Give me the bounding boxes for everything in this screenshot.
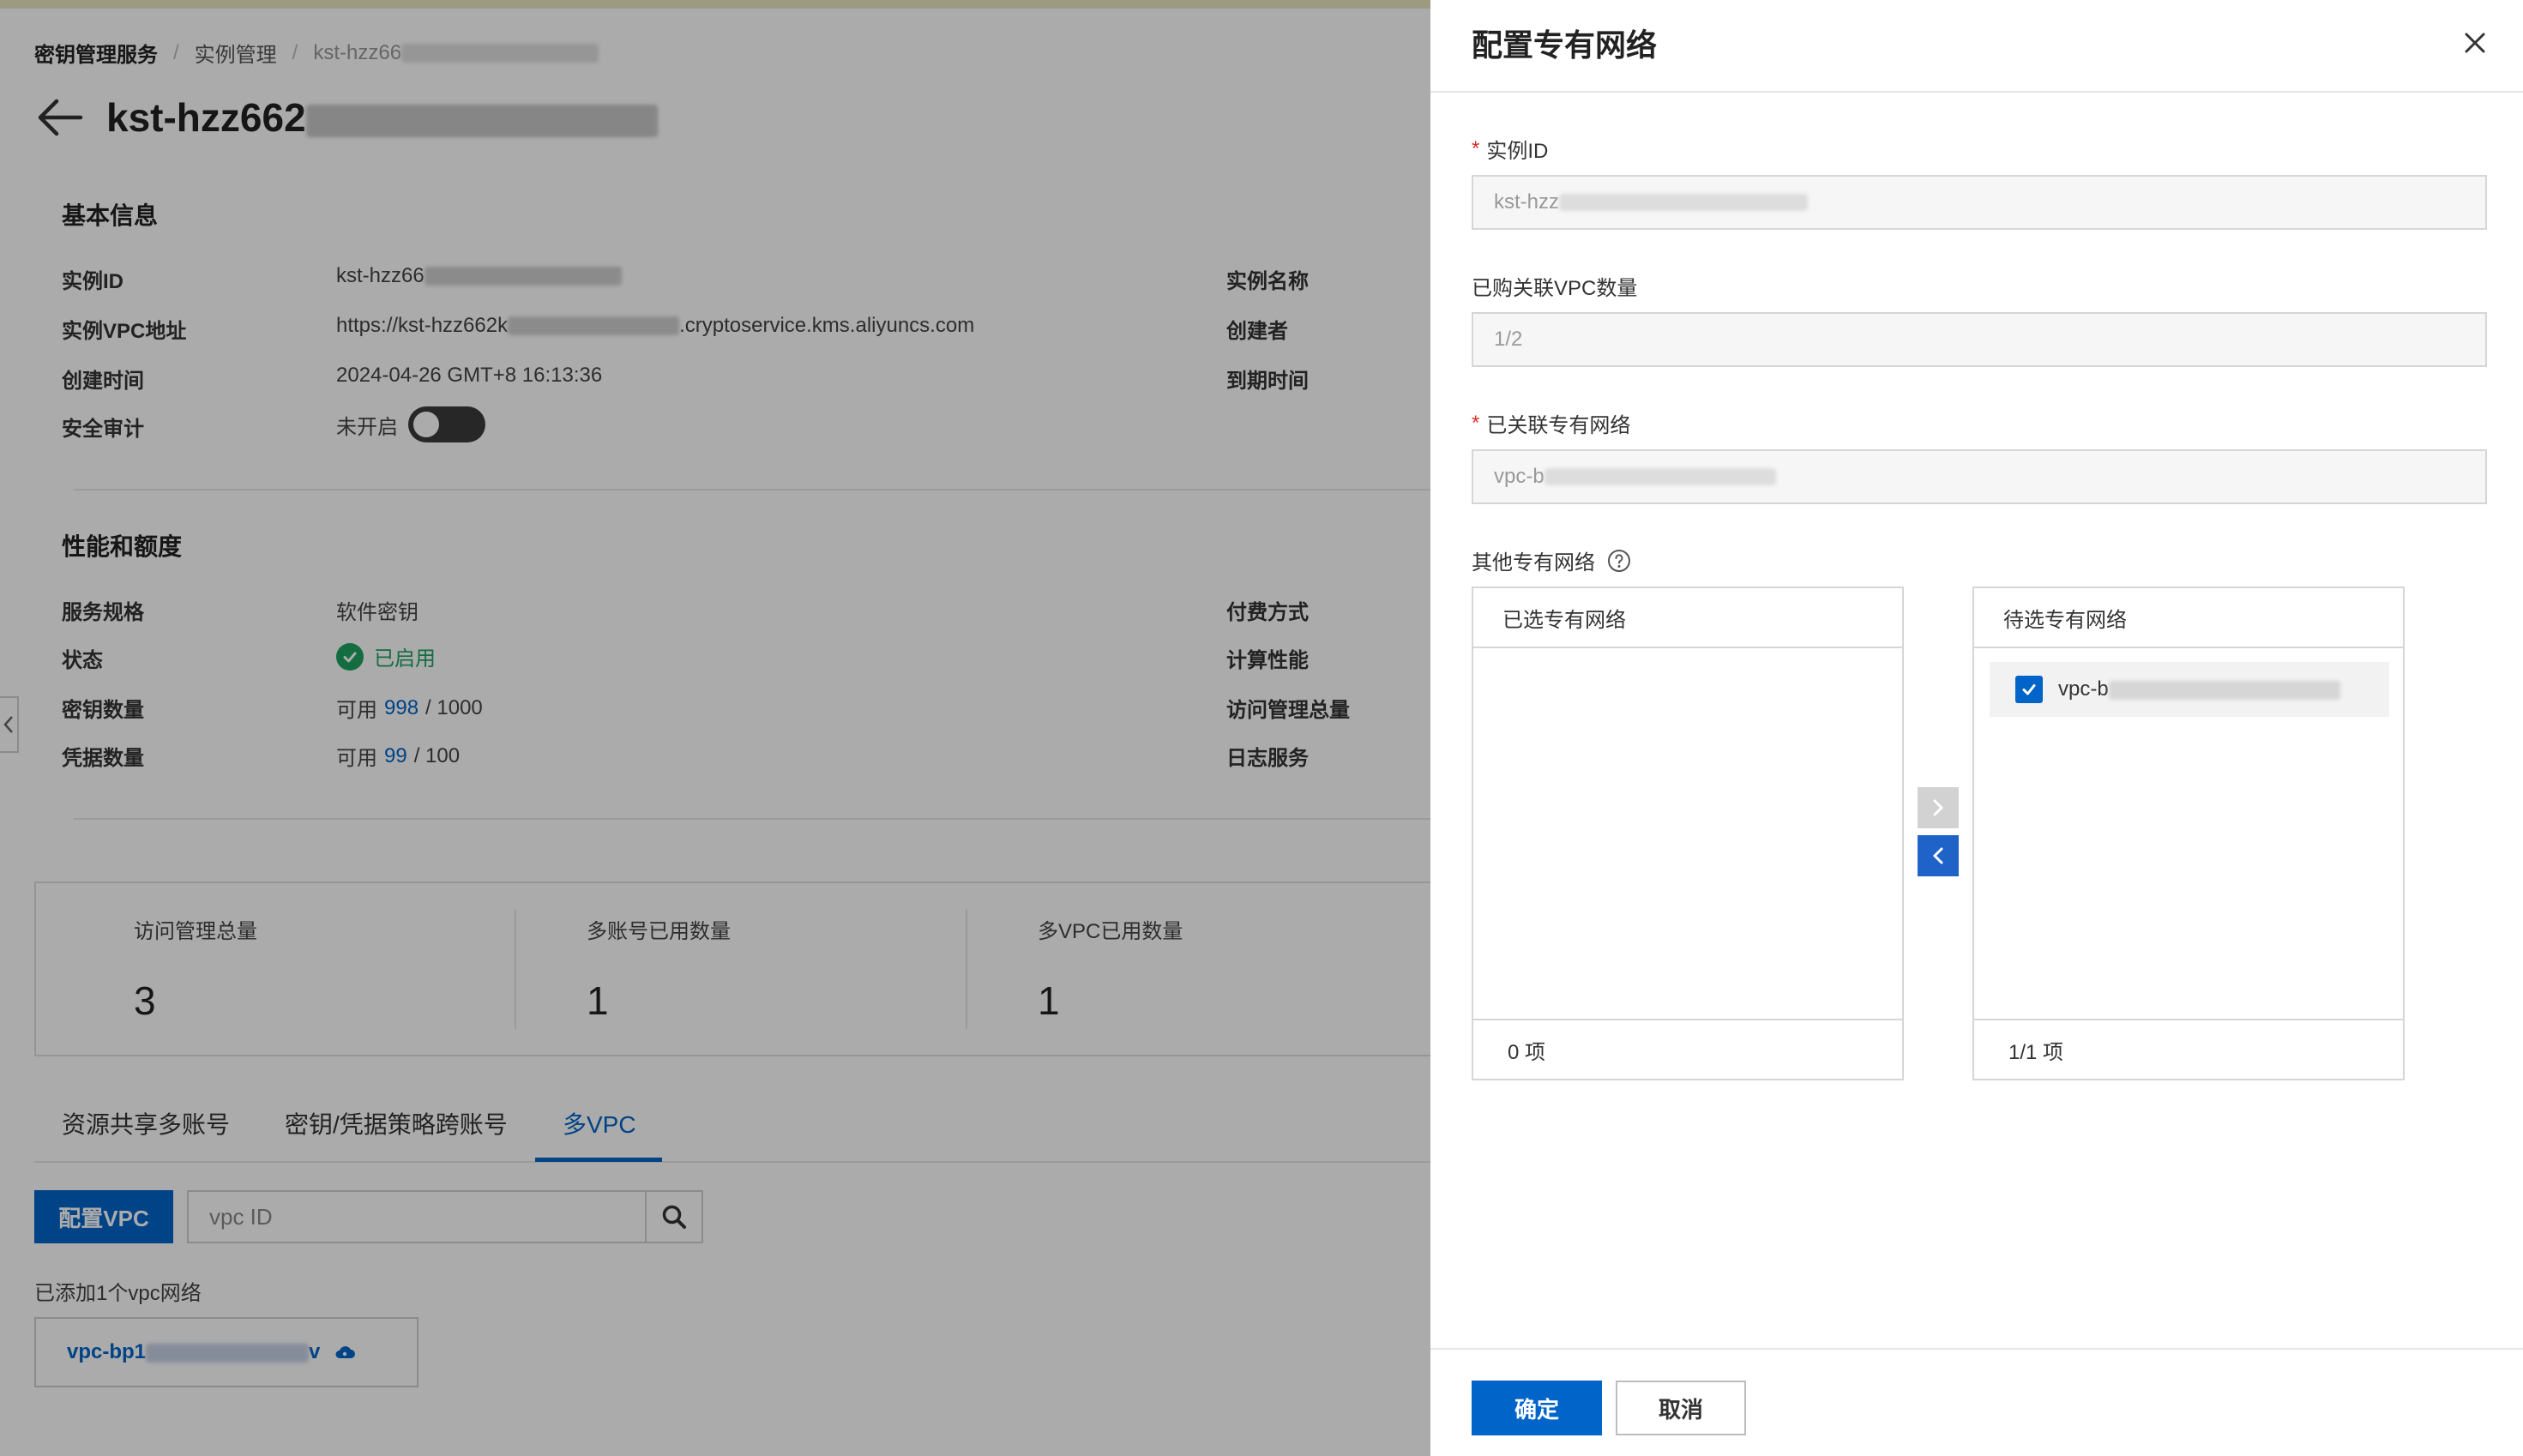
linked-vpc-field: vpc-b bbox=[1472, 449, 2487, 504]
help-icon[interactable] bbox=[1607, 549, 1631, 573]
check-icon bbox=[2022, 684, 2036, 695]
candidate-panel-footer: 1/1 项 bbox=[1974, 1019, 2403, 1079]
other-vpc-field-label: 其他专有网络 bbox=[1472, 545, 1631, 575]
ok-button[interactable]: 确定 bbox=[1472, 1381, 1602, 1435]
selected-vpc-panel: 已选专有网络 0 项 bbox=[1472, 587, 1904, 1080]
drawer-footer: 确定 取消 bbox=[1430, 1348, 2523, 1456]
linked-vpc-field-label: * 已关联专有网络 bbox=[1472, 411, 1631, 438]
required-mark: * bbox=[1472, 411, 1480, 435]
drawer-header: 配置专有网络 bbox=[1430, 0, 2523, 93]
modal-overlay[interactable] bbox=[0, 0, 1430, 1456]
instance-id-field-label: * 实例ID bbox=[1472, 136, 1549, 164]
vpc-count-field-label: 已购关联VPC数量 bbox=[1472, 277, 1638, 300]
candidate-vpc-panel: 待选专有网络 vpc-b 1/1 项 bbox=[1972, 587, 2405, 1080]
selected-panel-footer: 0 项 bbox=[1473, 1019, 1902, 1079]
close-icon bbox=[2465, 33, 2485, 53]
selected-panel-title: 已选专有网络 bbox=[1473, 588, 1902, 648]
candidate-vpc-item[interactable]: vpc-b bbox=[1990, 662, 2389, 717]
chevron-left-icon bbox=[1932, 847, 1943, 864]
move-left-button[interactable] bbox=[1918, 835, 1959, 876]
drawer-title: 配置专有网络 bbox=[1472, 27, 1658, 63]
cancel-button[interactable]: 取消 bbox=[1616, 1381, 1746, 1435]
vpc-item-checkbox[interactable] bbox=[2015, 676, 2043, 703]
move-right-button[interactable] bbox=[1918, 787, 1959, 828]
vpc-item-label: vpc-b bbox=[2058, 677, 2340, 701]
required-mark: * bbox=[1472, 136, 1480, 160]
chevron-right-icon bbox=[1933, 799, 1944, 816]
close-button[interactable] bbox=[2456, 24, 2494, 62]
instance-id-field: kst-hzz bbox=[1472, 175, 2487, 230]
vpc-count-field: 1/2 bbox=[1472, 312, 2487, 367]
candidate-panel-title: 待选专有网络 bbox=[1974, 588, 2403, 648]
